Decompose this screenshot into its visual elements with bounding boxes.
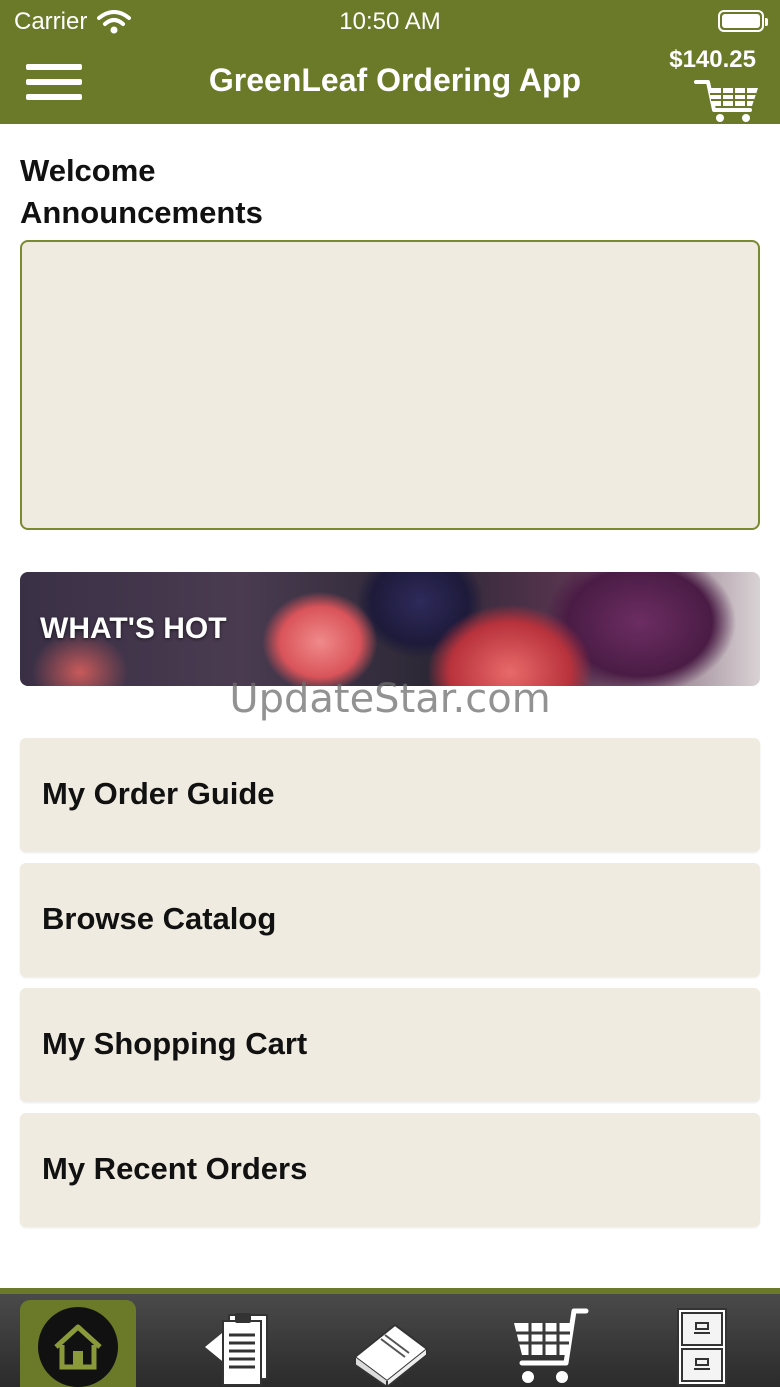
header-cart-icon[interactable] bbox=[694, 76, 762, 124]
tab-shopping-cart[interactable] bbox=[488, 1300, 604, 1387]
nav-item-label: My Order Guide bbox=[42, 776, 275, 811]
tab-catalog[interactable] bbox=[332, 1300, 448, 1387]
tab-order-guide[interactable] bbox=[176, 1300, 292, 1387]
nav-my-shopping-cart[interactable]: My Shopping Cart bbox=[20, 988, 760, 1102]
tab-home[interactable] bbox=[20, 1300, 136, 1387]
home-icon-circle bbox=[38, 1306, 118, 1387]
nav-my-recent-orders[interactable]: My Recent Orders bbox=[20, 1113, 760, 1227]
nav-browse-catalog[interactable]: Browse Catalog bbox=[20, 863, 760, 977]
announcements-box bbox=[20, 240, 760, 530]
app-header: Carrier 10:50 AM GreenLeaf Ordering App … bbox=[0, 0, 780, 124]
watermark: UpdateStar.com bbox=[229, 676, 551, 722]
order-guide-icon bbox=[205, 1312, 268, 1386]
whats-hot-label: WHAT'S HOT bbox=[40, 612, 227, 645]
catalog-book-icon bbox=[353, 1323, 429, 1387]
nav-item-label: My Shopping Cart bbox=[42, 1026, 308, 1061]
tab-bar bbox=[0, 1288, 780, 1387]
tab-file-cabinet[interactable] bbox=[644, 1300, 760, 1387]
battery-icon bbox=[718, 10, 768, 32]
status-time: 10:50 AM bbox=[339, 8, 441, 35]
nav-my-order-guide[interactable]: My Order Guide bbox=[20, 738, 760, 852]
nav-item-label: Browse Catalog bbox=[42, 901, 277, 936]
app-title: GreenLeaf Ordering App bbox=[208, 62, 582, 98]
welcome-heading: Welcome Announcements bbox=[20, 150, 263, 234]
announcements-title: Announcements bbox=[20, 195, 263, 230]
file-cabinet-icon bbox=[677, 1307, 727, 1386]
nav-item-label: My Recent Orders bbox=[42, 1151, 308, 1186]
cart-total: $140.25 bbox=[669, 46, 756, 73]
welcome-title: Welcome bbox=[20, 153, 156, 188]
whats-hot-banner[interactable]: WHAT'S HOT bbox=[20, 572, 760, 686]
home-icon bbox=[54, 1324, 102, 1369]
status-bar: Carrier 10:50 AM bbox=[0, 0, 780, 44]
shopping-cart-icon bbox=[514, 1308, 589, 1383]
